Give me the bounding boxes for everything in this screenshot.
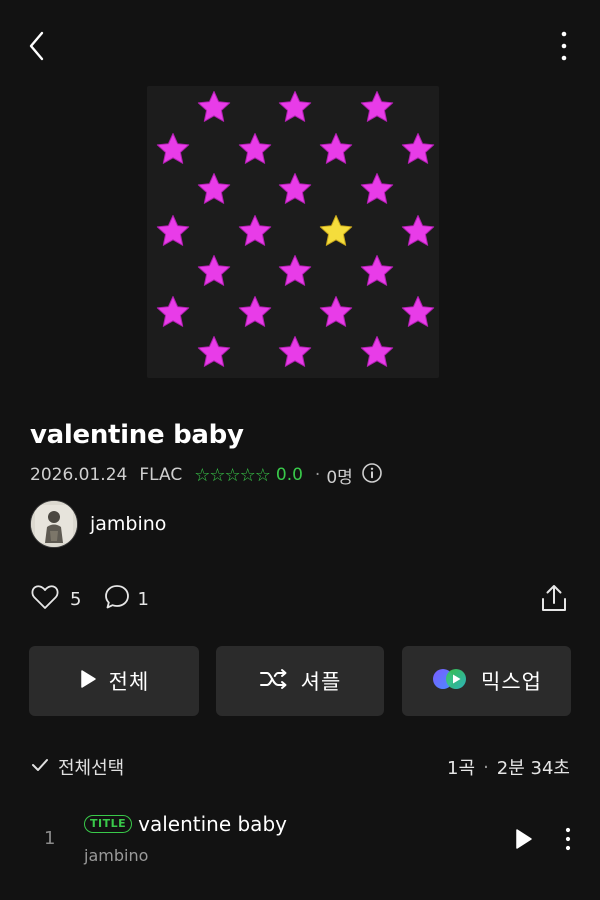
like-button[interactable]: [30, 583, 60, 616]
share-button[interactable]: [538, 582, 570, 614]
pink-star-icon: [319, 133, 353, 164]
pink-star-icon: [197, 255, 231, 286]
yellow-star-icon: [319, 215, 353, 246]
play-all-button[interactable]: 전체: [29, 646, 199, 716]
pink-star-icon: [156, 296, 190, 327]
pink-star-icon: [360, 91, 394, 122]
select-all-button[interactable]: 전체선택: [30, 754, 124, 780]
pink-star-icon: [319, 296, 353, 327]
share-icon: [538, 582, 570, 614]
artist-row[interactable]: jambino: [30, 500, 166, 548]
mixup-icon: [431, 667, 469, 696]
pink-star-icon: [401, 296, 435, 327]
pink-star-icon: [278, 255, 312, 286]
select-all-label: 전체선택: [58, 758, 125, 779]
pink-star-icon: [360, 255, 394, 286]
comment-count: 1: [137, 589, 149, 610]
track-more-button[interactable]: [560, 825, 576, 853]
total-duration: 2분 34초: [496, 758, 570, 779]
track-count: 1곡: [447, 758, 476, 779]
track-artist[interactable]: jambino: [84, 846, 148, 865]
pink-star-icon: [156, 215, 190, 246]
mixup-label: 믹스업: [481, 670, 542, 694]
mixup-button[interactable]: 믹스업: [402, 646, 571, 716]
like-count: 5: [70, 589, 82, 610]
info-icon[interactable]: [361, 462, 383, 489]
back-button[interactable]: [24, 28, 52, 64]
heart-icon: [30, 585, 60, 616]
comment-button[interactable]: [103, 583, 131, 616]
pink-star-icon: [278, 173, 312, 204]
shuffle-button[interactable]: 셔플: [216, 646, 384, 716]
rater-count: 0명: [326, 467, 353, 488]
more-options-button[interactable]: [550, 28, 578, 64]
track-number: 1: [44, 828, 56, 849]
artist-name[interactable]: jambino: [90, 513, 166, 535]
pink-star-icon: [238, 296, 272, 327]
track-row[interactable]: TITLE valentine baby: [84, 812, 287, 836]
pink-star-icon: [278, 336, 312, 367]
pink-star-icon: [360, 173, 394, 204]
avatar: [30, 500, 78, 548]
pink-star-icon: [197, 336, 231, 367]
track-title[interactable]: valentine baby: [138, 812, 287, 836]
album-cover[interactable]: [147, 86, 439, 378]
more-vertical-icon: [550, 28, 578, 64]
pink-star-icon: [401, 215, 435, 246]
tracklist-summary: 1곡 · 2분 34초: [447, 754, 570, 780]
album-title: valentine baby: [30, 420, 244, 450]
play-all-label: 전체: [108, 670, 150, 694]
pink-star-icon: [156, 133, 190, 164]
check-icon: [30, 757, 50, 778]
play-icon: [79, 669, 97, 694]
pink-star-icon: [197, 173, 231, 204]
pink-star-icon: [197, 91, 231, 122]
social-row: 5 1: [30, 583, 149, 616]
album-cover-art: [156, 91, 435, 367]
rating-score: 0.0: [275, 465, 303, 485]
chevron-left-icon: [24, 28, 52, 64]
more-vertical-icon: [560, 825, 576, 853]
pink-star-icon: [238, 215, 272, 246]
shuffle-icon: [259, 668, 289, 695]
shuffle-label: 셔플: [300, 670, 342, 694]
audio-format: FLAC: [139, 465, 183, 485]
album-meta: 2026.01.24 FLAC ☆☆☆☆☆ 0.0 · 0명: [30, 462, 383, 488]
comment-icon: [103, 585, 131, 616]
pink-star-icon: [278, 91, 312, 122]
release-date: 2026.01.24: [30, 465, 128, 485]
pink-star-icon: [401, 133, 435, 164]
title-badge: TITLE: [84, 815, 133, 833]
track-play-button[interactable]: [510, 826, 536, 852]
play-icon: [510, 826, 536, 852]
pink-star-icon: [360, 336, 394, 367]
pink-star-icon: [238, 133, 272, 164]
rating-stars[interactable]: ☆☆☆☆☆: [194, 465, 271, 486]
